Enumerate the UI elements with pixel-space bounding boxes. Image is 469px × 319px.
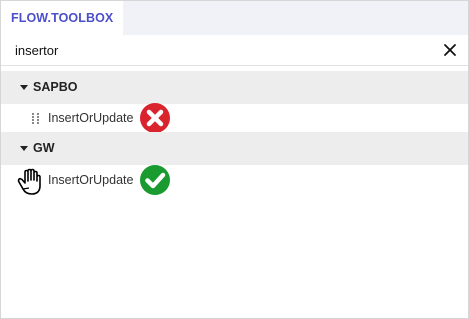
tab-strip: FLOW.TOOLBOX [1,1,468,35]
item-label: InsertOrUpdate [48,173,134,187]
group-label: SAPBO [33,80,78,94]
close-icon [444,44,456,56]
list-item[interactable]: InsertOrUpdate [1,103,468,133]
check-icon [140,165,170,195]
list-item[interactable]: InsertOrUpdate [1,165,468,195]
group-header-sapbo[interactable]: SAPBO [1,71,468,104]
search-row [1,35,468,66]
chevron-down-icon [20,146,28,151]
drag-handle-icon[interactable] [32,113,40,124]
group-header-gw[interactable]: GW [1,132,468,165]
clear-search-button[interactable] [440,40,460,60]
tab-flow-toolbox[interactable]: FLOW.TOOLBOX [1,1,123,35]
group-label: GW [33,141,55,155]
flow-toolbox-panel: FLOW.TOOLBOX SAPBO InsertOrUpdate GW [0,0,469,319]
item-label: InsertOrUpdate [48,111,134,125]
grab-hand-cursor-icon [17,168,41,195]
error-icon [140,103,170,133]
search-input[interactable] [9,39,435,61]
chevron-down-icon [20,85,28,90]
